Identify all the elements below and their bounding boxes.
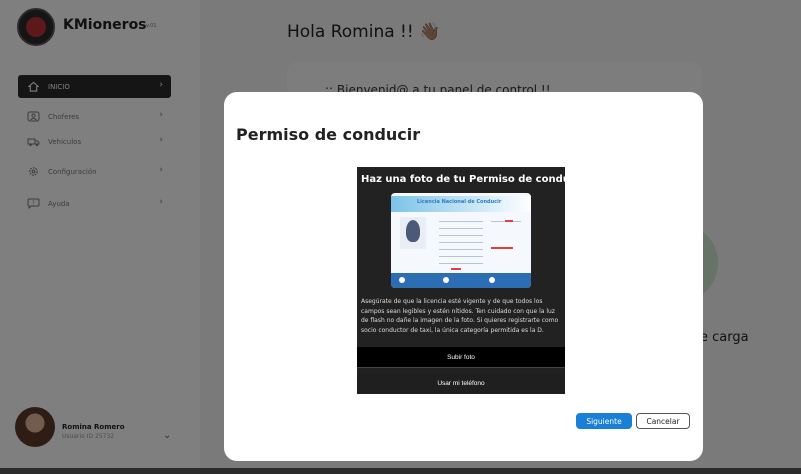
next-button[interactable]: Siguiente	[576, 413, 632, 429]
modal-title: Permiso de conducir	[236, 125, 421, 144]
photo-description: Asegúrate de que la licencia esté vigent…	[361, 298, 559, 334]
license-photo-icon	[400, 217, 426, 249]
app-window: KMioneros v.01 INICIO › Choferes › Vehic…	[0, 0, 801, 468]
photo-heading: Haz una foto de tu Permiso de conducir	[361, 174, 585, 185]
cancel-button[interactable]: Cancelar	[636, 413, 690, 429]
photo-card: Haz una foto de tu Permiso de conducir L…	[357, 167, 585, 394]
modal-dialog: Permiso de conducir Haz una foto de tu P…	[224, 92, 703, 461]
license-title: Licencia Nacional de Conducir	[417, 199, 502, 205]
upload-photo-button[interactable]: Subir foto	[357, 347, 565, 368]
taskbar-strip	[0, 468, 801, 474]
license-illustration: Licencia Nacional de Conducir	[391, 193, 531, 288]
use-phone-button[interactable]: Usar mi teléfono	[357, 373, 565, 394]
